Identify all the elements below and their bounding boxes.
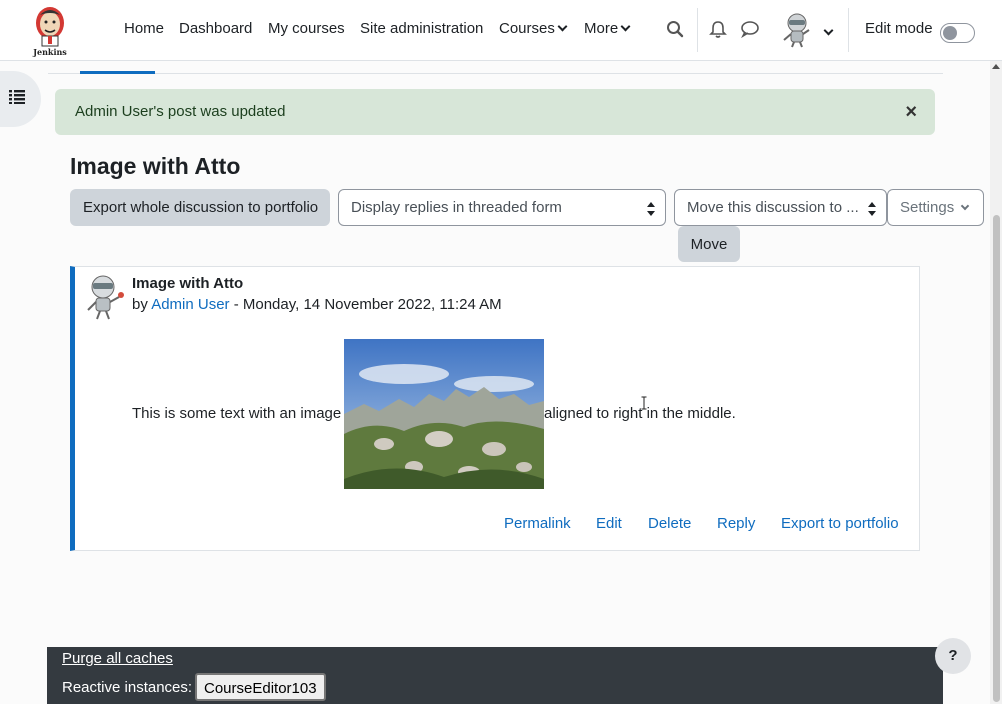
list-icon [9, 90, 25, 104]
settings-label: Settings [900, 199, 955, 216]
author-avatar[interactable] [83, 273, 127, 321]
scrollbar-thumb[interactable] [993, 215, 1000, 702]
display-mode-select[interactable]: Display replies in threaded form [338, 189, 666, 226]
jenkins-logo[interactable]: Jenkins [30, 3, 70, 57]
forum-post: Image with Atto by Admin User - Monday, … [70, 266, 920, 551]
active-tab-indicator [80, 71, 155, 74]
text-cursor-icon [641, 396, 647, 410]
permalink-link[interactable]: Permalink [504, 515, 571, 532]
nav-site-administration[interactable]: Site administration [360, 20, 483, 37]
nav-divider [848, 8, 849, 52]
purge-all-caches-link[interactable]: Purge all caches [62, 650, 173, 667]
move-discussion-select[interactable]: Move this discussion to ... [674, 189, 887, 226]
move-discussion-value: Move this discussion to ... [687, 199, 859, 216]
by-prefix: by [132, 296, 148, 313]
bell-icon[interactable] [709, 20, 729, 40]
tab-divider [48, 73, 943, 74]
course-editor-button[interactable]: CourseEditor103 [195, 673, 326, 701]
post-date: - Monday, 14 November 2022, 11:24 AM [229, 296, 502, 313]
user-avatar[interactable] [780, 12, 814, 48]
close-icon[interactable]: × [905, 101, 917, 124]
nav-my-courses[interactable]: My courses [268, 20, 345, 37]
nav-dashboard[interactable]: Dashboard [179, 20, 252, 37]
nav-courses-dropdown[interactable]: Courses [499, 20, 568, 37]
post-text-after-image: aligned to right in the middle. [544, 405, 736, 422]
alert-message: Admin User's post was updated [75, 103, 286, 120]
settings-dropdown-button[interactable]: Settings [887, 189, 984, 226]
page-title: Image with Atto [70, 153, 241, 179]
search-icon[interactable] [666, 20, 686, 40]
author-link[interactable]: Admin User [151, 296, 229, 313]
user-menu-chevron-icon[interactable] [823, 25, 834, 36]
chat-bubbles-icon[interactable] [740, 20, 760, 40]
export-discussion-button[interactable]: Export whole discussion to portfolio [70, 189, 330, 226]
nav-more-label: More [584, 20, 619, 37]
scroll-up-arrow-icon[interactable] [992, 64, 1000, 69]
chevron-down-icon [620, 21, 631, 32]
select-arrows-icon [647, 202, 655, 216]
toggle-knob [943, 26, 957, 40]
export-to-portfolio-link[interactable]: Export to portfolio [781, 515, 899, 532]
reply-link[interactable]: Reply [717, 515, 755, 532]
chevron-down-icon [960, 201, 970, 211]
edit-mode-toggle[interactable] [940, 23, 975, 43]
move-button[interactable]: Move [678, 226, 740, 262]
nav-courses-label: Courses [499, 20, 555, 37]
success-alert: Admin User's post was updated × [55, 89, 935, 135]
edit-link[interactable]: Edit [596, 515, 622, 532]
display-mode-value: Display replies in threaded form [351, 199, 562, 216]
delete-link[interactable]: Delete [648, 515, 691, 532]
nav-home[interactable]: Home [124, 20, 164, 37]
nav-divider [697, 8, 698, 52]
help-button[interactable]: ? [935, 638, 971, 674]
chevron-down-icon [557, 21, 568, 32]
post-byline: by Admin User - Monday, 14 November 2022… [132, 296, 502, 313]
post-subject: Image with Atto [132, 275, 244, 292]
nav-more-dropdown[interactable]: More [584, 20, 631, 37]
edit-mode-label: Edit mode [865, 20, 933, 37]
reactive-instances-label: Reactive instances: [62, 679, 193, 696]
top-navbar: Jenkins Home Dashboard My courses Site a… [0, 0, 1002, 61]
select-arrows-icon [868, 202, 876, 216]
page-footer: Purge all caches Reactive instances: Cou… [47, 647, 943, 704]
course-index-drawer-button[interactable] [0, 71, 41, 127]
post-text-before-image: This is some text with an image [132, 405, 342, 422]
logo-text: Jenkins [33, 47, 67, 57]
mountain-image [344, 339, 544, 489]
